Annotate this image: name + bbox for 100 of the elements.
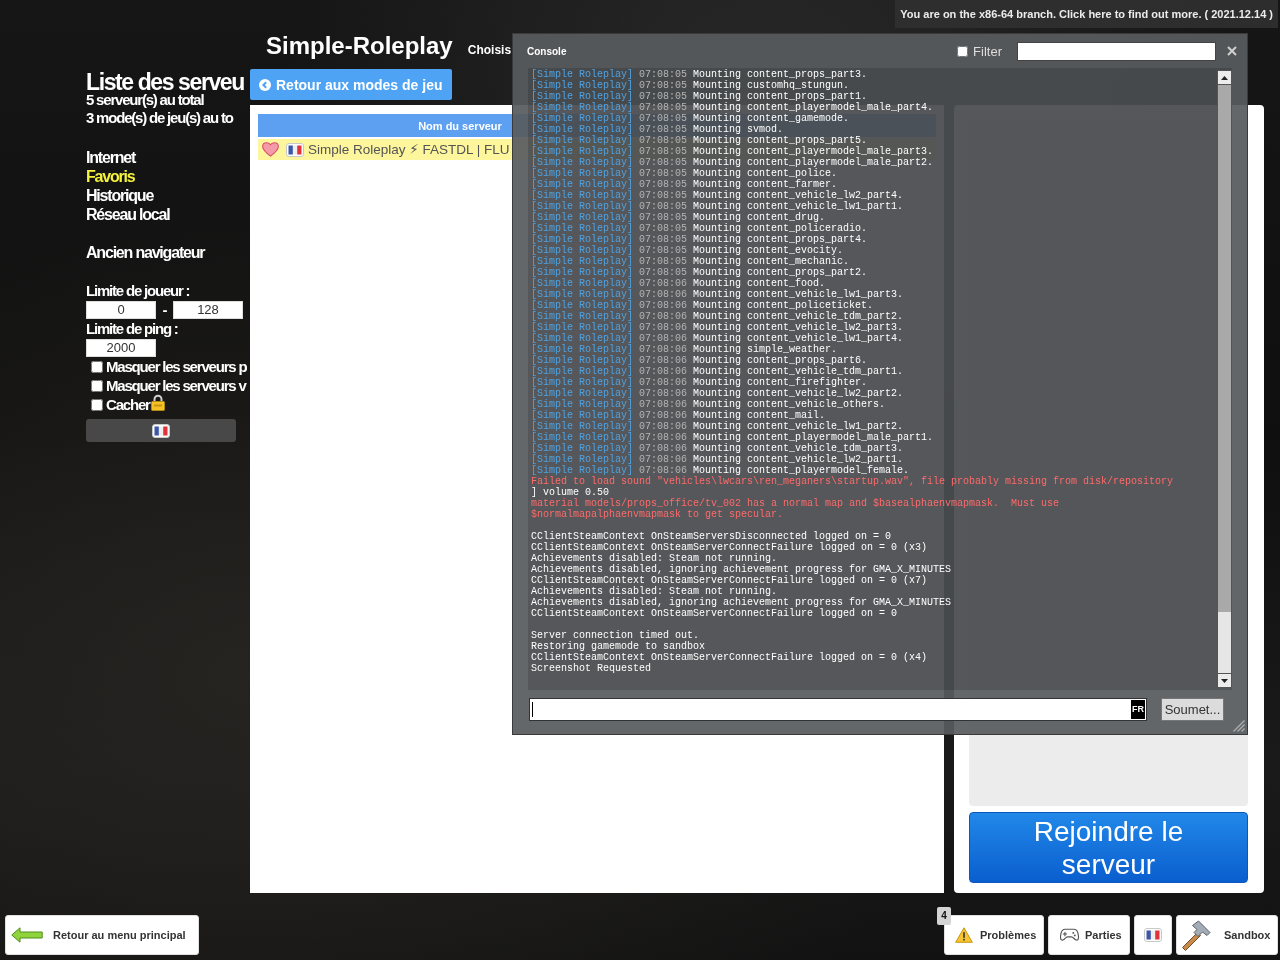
log-line: [Simple Roleplay] 07:08:06 Mounting content_playermodel_female. [531,465,910,476]
checkbox[interactable] [91,360,103,373]
log-line: ] volume 0.50 [531,487,610,498]
warning-icon [955,927,973,943]
field-label: Limite de joueur : [86,281,190,300]
log-line: [Simple Roleplay] 07:08:06 Mounting simple_weather. [531,344,838,355]
log-line: CClientSteamContext OnSteamServersDisconnected logged on = 0 [531,531,893,542]
option-label: Masquer les serveurs v [106,376,246,395]
log-line: [Simple Roleplay] 07:08:05 Mounting customhq_stungun. [531,80,850,91]
log-line: [Simple Roleplay] 07:08:06 Mounting content_firefighter. [531,377,868,388]
log-line: CClientSteamContext OnSteamServerConnectFailure logged on = 0 [531,608,899,619]
server-name: Simple Roleplay ⚡ FASTDL | FLU [308,141,510,159]
filter-label: Filter [973,43,1002,59]
log-line: [Simple Roleplay] 07:08:06 Mounting content_vehicle_tdm_part2. [531,311,905,322]
log-line: [Simple Roleplay] 07:08:05 Mounting content_props_part2. [531,267,869,278]
log-line: [Simple Roleplay] 07:08:06 Mounting content_vehicle_others. [531,399,886,410]
join-button[interactable]: Rejoindre le serveur [969,812,1248,883]
triangle-down-icon [1221,678,1228,683]
scroll-up-button[interactable] [1217,70,1232,85]
list-title: Liste des serveu [86,70,244,94]
log-line: [Simple Roleplay] 07:08:05 Mounting content_playermodel_male_part3. [531,146,935,157]
filter-input[interactable] [1017,41,1216,61]
summary-text: 5 serveur(s) au total [86,91,204,109]
log-line: [Simple Roleplay] 07:08:06 Mounting content_policeticket. [531,300,874,311]
flag-icon [286,142,304,157]
gamepad-icon [1060,928,1079,942]
log-line: [Simple Roleplay] 07:08:06 Mounting content_vehicle_lw2_part3. [531,322,905,333]
log-line: [Simple Roleplay] 07:08:06 Mounting content_vehicle_tdm_part3. [531,443,904,454]
language-button[interactable] [1134,915,1172,955]
log-line: Achievements disabled: Steam not running. [531,553,778,564]
range-separator: - [161,300,168,319]
legacy-browser-link[interactable]: Ancien navigateur [86,243,205,262]
log-line: [Simple Roleplay] 07:08:05 Mounting content_playermodel_male_part4. [531,102,935,113]
nav-tab[interactable]: Internet [86,148,136,167]
log-line: [Simple Roleplay] 07:08:06 Mounting content_vehicle_lw1_part3. [531,289,905,300]
log-line: CClientSteamContext OnSteamServerConnectFailure logged on = 0 (x4) [531,652,929,663]
log-line: Achievements disabled: Steam not running. [531,586,778,597]
nav-tab[interactable]: Favoris [86,167,135,186]
log-line: Achievements disabled, ignoring achievement progress for GMA_X_MINUTES [531,597,953,608]
arrow-left-icon [11,927,43,943]
close-icon[interactable] [1227,46,1237,56]
log-line: [Simple Roleplay] 07:08:05 Mounting content_farmer. [531,179,838,190]
log-line: [Simple Roleplay] 07:08:05 Mounting content_props_part4. [531,234,869,245]
nav-tab[interactable]: Réseau local [86,205,170,224]
games-button[interactable]: Parties [1048,915,1130,955]
hammer-icon [1180,919,1212,951]
log-line: [Simple Roleplay] 07:08:06 Mounting content_vehicle_lw2_part1. [531,454,904,465]
log-line: [Simple Roleplay] 07:08:05 Mounting content_playermodel_male_part2. [531,157,935,168]
checkbox[interactable] [957,45,969,57]
log-line: Server connection timed out. [531,630,701,641]
scrollbar-thumb[interactable] [1218,85,1231,612]
language-button[interactable] [86,419,236,442]
language-indicator: FR [1131,700,1145,719]
resize-grip-icon[interactable] [1233,720,1245,732]
text-cursor [532,702,533,717]
nav-tab[interactable]: Historique [86,186,154,205]
subtitle-text: Choisis [467,43,512,57]
log-line: [Simple Roleplay] 07:08:06 Mounting content_mail. [531,410,826,421]
log-line: [Simple Roleplay] 07:08:05 Mounting content_vehicle_lw2_part4. [531,190,905,201]
triangle-up-icon [1221,75,1228,80]
command-input[interactable]: FR [529,698,1147,721]
log-line: [Simple Roleplay] 07:08:05 Mounting content_drug. [531,212,826,223]
flag-icon [152,423,170,438]
log-line: material models/props_office/tv_002 has a normal map and $basealphaenvmapmask. Must use $normalmapalphaenvmapmask to get specular. [531,498,1061,520]
arrow-circle-icon [259,78,271,91]
log-line: Failed to load sound "vehicles\lwcars\ren_meganers\startup.wav", file probably missing from disk/repository [531,476,1175,487]
log-line: [Simple Roleplay] 07:08:05 Mounting content_mechanic. [531,256,851,267]
log-line: Achievements disabled, ignoring achievement progress for GMA_X_MINUTES [531,564,953,575]
log-line: [Simple Roleplay] 07:08:05 Mounting content_props_part1. [531,91,868,102]
log-line: [Simple Roleplay] 07:08:05 Mounting content_evocity. [531,245,844,256]
log-line: [Simple Roleplay] 07:08:06 Mounting content_props_part6. [531,355,868,366]
checkbox[interactable] [91,379,103,392]
log-line: Restoring gamemode to sandbox [531,641,706,652]
count-badge: 4 [937,907,951,925]
scroll-down-button[interactable] [1217,673,1232,688]
log-line: [Simple Roleplay] 07:08:06 Mounting content_vehicle_lw1_part4. [531,333,905,344]
log-line: CClientSteamContext OnSteamServerConnectFailure logged on = 0 (x3) [531,542,929,553]
log-line: [Simple Roleplay] 07:08:06 Mounting content_vehicle_lw2_part2. [531,388,905,399]
field-label: Limite de ping : [86,319,178,338]
gamemode-button[interactable]: Sandbox [1176,915,1278,955]
flag-icon [1144,928,1162,942]
log-line: [Simple Roleplay] 07:08:06 Mounting content_playermodel_male_part1. [531,432,935,443]
log-line: [Simple Roleplay] 07:08:05 Mounting content_vehicle_lw1_part1. [531,201,905,212]
log-line: [Simple Roleplay] 07:08:05 Mounting svmod. [531,124,784,135]
log-line: [Simple Roleplay] 07:08:05 Mounting content_gamemode. [531,113,850,124]
back-to-menu-button[interactable]: Retour au menu principal [5,915,199,955]
submit-button[interactable]: Soumet... [1161,698,1224,721]
branch-notice[interactable]: You are on the x86-64 branch. Click here to find out more. ( 2021.12.14 ) [895,0,1278,28]
log-line: Screenshot Requested [531,663,653,674]
checkbox[interactable] [91,398,103,411]
log-line: [Simple Roleplay] 07:08:06 Mounting content_vehicle_tdm_part1. [531,366,905,377]
log-line: [Simple Roleplay] 07:08:05 Mounting content_police. [531,168,838,179]
log-line: [Simple Roleplay] 07:08:06 Mounting content_vehicle_lw1_part2. [531,421,904,432]
log-line: [Simple Roleplay] 07:08:06 Mounting content_food. [531,278,826,289]
option-label: Cacher [106,395,150,414]
log-line: CClientSteamContext OnSteamServerConnectFailure logged on = 0 (x7) [531,575,929,586]
window-title: Console [527,45,568,57]
app-title: Simple-Roleplay [266,31,453,61]
log-line: [Simple Roleplay] 07:08:05 Mounting content_policeradio. [531,223,869,234]
option-label: Masquer les serveurs p [106,357,247,376]
